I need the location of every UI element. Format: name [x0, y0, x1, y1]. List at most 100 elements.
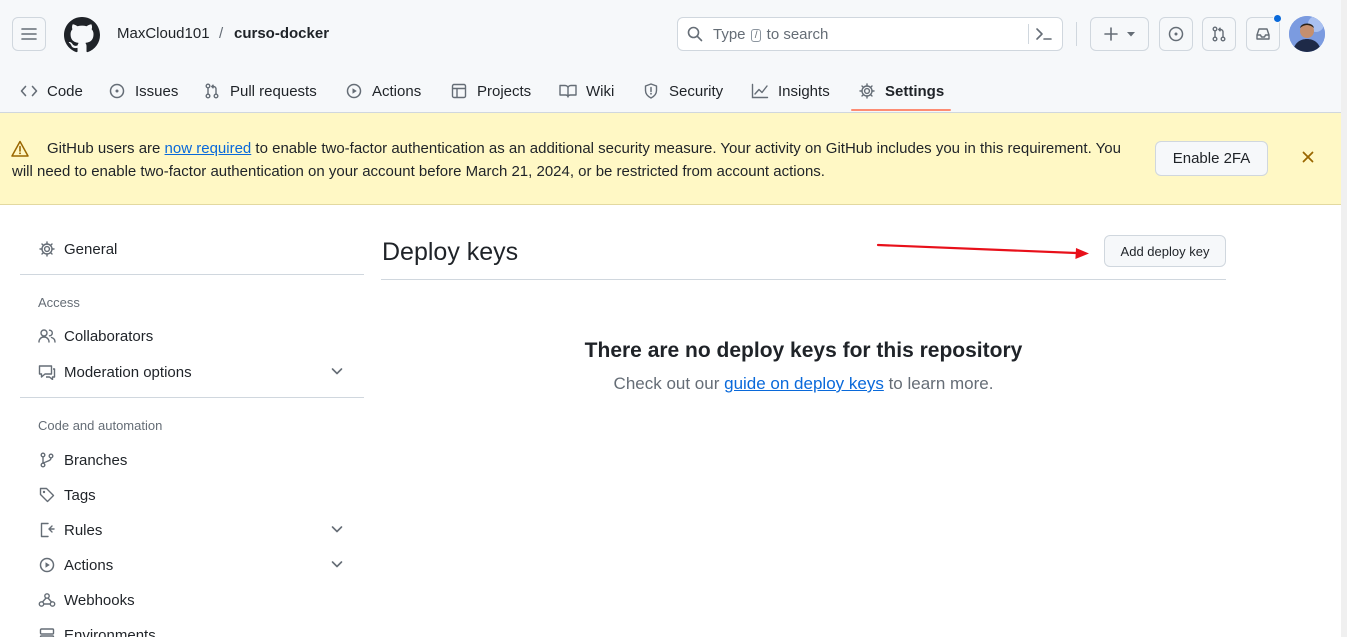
tab-issues-label: Issues: [135, 82, 179, 100]
your-pull-requests-button[interactable]: [1202, 17, 1236, 51]
tab-wiki[interactable]: Wiki: [559, 70, 614, 112]
tab-projects-label: Projects: [477, 82, 532, 100]
breadcrumb-separator: /: [219, 25, 224, 42]
inbox-icon: [1256, 28, 1270, 40]
page-scrollbar[interactable]: [1341, 0, 1347, 637]
create-new-button[interactable]: [1090, 17, 1149, 51]
breadcrumb-owner[interactable]: MaxCloud101: [117, 24, 210, 44]
sidebar-item-general[interactable]: General: [38, 237, 344, 261]
tab-actions[interactable]: Actions: [345, 70, 421, 112]
graph-icon: [751, 82, 769, 100]
empty-state-title: There are no deploy keys for this reposi…: [584, 339, 1023, 362]
chevron-down-icon[interactable]: [330, 522, 344, 536]
sidebar-heading-code-automation: Code and automation: [38, 418, 163, 433]
close-icon[interactable]: [1300, 149, 1316, 165]
page-title: Deploy keys: [382, 238, 519, 266]
sidebar-heading-access: Access: [38, 295, 80, 310]
sidebar-item-collaborators[interactable]: Collaborators: [38, 324, 344, 348]
search-input[interactable]: Type / to search: [677, 17, 1063, 51]
tag-icon: [38, 486, 56, 504]
sidebar-item-label: Rules: [64, 521, 103, 539]
your-issues-button[interactable]: [1159, 17, 1193, 51]
empty-state-description: Check out our guide on deploy keys to le…: [613, 374, 994, 393]
selected-tab-indicator: [851, 109, 951, 111]
gear-icon: [858, 82, 876, 100]
tab-pull-requests-label: Pull requests: [230, 82, 317, 100]
title-divider: [381, 279, 1226, 280]
tab-settings-label: Settings: [885, 82, 945, 100]
sidebar-item-tags[interactable]: Tags: [38, 483, 344, 507]
sidebar-item-branches[interactable]: Branches: [38, 448, 344, 472]
chevron-down-icon[interactable]: [330, 364, 344, 378]
tab-insights-label: Insights: [778, 82, 830, 100]
server-icon: [38, 626, 56, 637]
tab-wiki-label: Wiki: [586, 82, 615, 100]
now-required-link[interactable]: now required: [165, 140, 252, 157]
sidebar-item-label: Moderation options: [64, 363, 192, 381]
global-header: MaxCloud101 / curso-docker Type / to sea…: [0, 0, 1347, 113]
play-icon: [38, 556, 56, 574]
sidebar-item-label: Collaborators: [64, 327, 154, 345]
command-palette-icon[interactable]: [1035, 26, 1053, 42]
book-icon: [559, 82, 577, 100]
sidebar-item-webhooks[interactable]: Webhooks: [38, 588, 344, 612]
search-placeholder: Type / to search: [713, 26, 829, 43]
people-icon: [38, 327, 56, 345]
tab-insights[interactable]: Insights: [751, 70, 830, 112]
sidebar-item-rules[interactable]: Rules: [38, 518, 344, 542]
git-branch-icon: [38, 451, 56, 469]
code-icon: [20, 82, 38, 100]
git-pull-request-icon: [1212, 26, 1226, 42]
search-icon: [687, 26, 703, 42]
triangle-down-icon: [1126, 32, 1135, 37]
tab-code-label: Code: [47, 82, 83, 100]
sidebar-item-label: General: [64, 240, 118, 258]
chevron-down-icon[interactable]: [330, 557, 344, 571]
sidebar-item-label: Environments: [64, 626, 156, 637]
deploy-keys-guide-link[interactable]: guide on deploy keys: [724, 374, 884, 393]
sidebar-item-environments[interactable]: Environments: [38, 623, 344, 637]
tab-pull-requests[interactable]: Pull requests: [203, 70, 317, 112]
tab-security[interactable]: Security: [642, 70, 723, 112]
tab-settings[interactable]: Settings: [858, 70, 944, 112]
sidebar-divider: [20, 274, 364, 275]
user-avatar-icon: [1289, 16, 1325, 52]
report-icon: [38, 363, 56, 381]
shield-icon: [642, 82, 660, 100]
tab-projects[interactable]: Projects: [450, 70, 531, 112]
two-factor-banner: GitHub users are now required to enable …: [0, 113, 1347, 205]
gear-icon: [38, 240, 56, 258]
breadcrumb-repo[interactable]: curso-docker: [234, 24, 329, 44]
table-icon: [450, 82, 468, 100]
repo-push-icon: [38, 521, 56, 539]
sidebar-item-label: Webhooks: [64, 591, 135, 609]
banner-message: GitHub users are now required to enable …: [12, 140, 1121, 180]
annotation-arrow-icon: [876, 243, 1089, 259]
webhook-icon: [38, 591, 56, 609]
issue-opened-icon: [1168, 26, 1184, 42]
plus-icon: [1103, 27, 1118, 41]
issue-opened-icon: [108, 82, 126, 100]
hamburger-menu-button[interactable]: [12, 17, 46, 51]
avatar[interactable]: [1289, 16, 1325, 52]
sidebar-item-label: Tags: [64, 486, 96, 504]
sidebar-item-moderation-options[interactable]: Moderation options: [38, 360, 344, 384]
sidebar-item-actions[interactable]: Actions: [38, 553, 344, 577]
add-deploy-key-button[interactable]: Add deploy key: [1104, 235, 1226, 267]
tab-actions-label: Actions: [372, 82, 422, 100]
header-divider: [1076, 22, 1077, 46]
tab-issues[interactable]: Issues: [108, 70, 178, 112]
play-icon: [345, 82, 363, 100]
github-logo-icon[interactable]: [64, 17, 100, 53]
sidebar-item-label: Branches: [64, 451, 128, 469]
slash-key-hint: /: [750, 29, 762, 42]
enable-2fa-button[interactable]: Enable 2FA: [1155, 141, 1268, 176]
sidebar-item-label: Actions: [64, 556, 114, 574]
hamburger-icon: [21, 28, 37, 40]
tab-security-label: Security: [669, 82, 724, 100]
sidebar-divider: [20, 397, 364, 398]
tab-code[interactable]: Code: [20, 70, 83, 112]
notification-dot: [1273, 14, 1282, 23]
git-pull-request-icon: [203, 82, 221, 100]
search-divider: [1028, 24, 1029, 44]
